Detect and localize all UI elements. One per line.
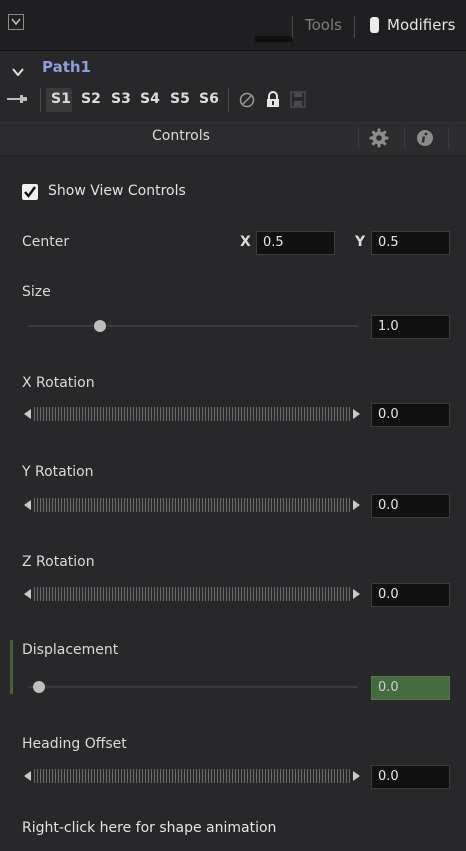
z-rotation-thumbwheel[interactable]: [34, 587, 350, 601]
z-rotation-increment-icon[interactable]: [353, 589, 360, 599]
controls-tab-bar: [0, 122, 466, 156]
version-button-s4[interactable]: S4: [140, 91, 160, 107]
size-slider-handle[interactable]: [94, 320, 106, 332]
x-rotation-label: X Rotation: [22, 375, 95, 391]
y-rotation-increment-icon[interactable]: [353, 500, 360, 510]
center-x-label: X: [240, 234, 251, 250]
tab-tools[interactable]: Tools: [305, 16, 342, 34]
no-entry-icon[interactable]: [239, 92, 255, 112]
collapse-icon[interactable]: [8, 14, 24, 30]
displacement-input[interactable]: 0.0: [371, 676, 450, 700]
version-button-s6[interactable]: S6: [199, 91, 219, 107]
heading-offset-decrement-icon[interactable]: [24, 771, 31, 781]
pin-icon[interactable]: [7, 93, 31, 109]
size-input[interactable]: 1.0: [371, 315, 450, 339]
divider: [358, 127, 359, 149]
center-y-input[interactable]: 0.5: [371, 231, 450, 255]
size-slider-track[interactable]: [28, 325, 358, 327]
toolbar-strip: [255, 36, 293, 42]
x-rotation-decrement-icon[interactable]: [24, 409, 31, 419]
y-rotation-label: Y Rotation: [22, 464, 94, 480]
center-y-label: Y: [355, 234, 366, 250]
save-icon[interactable]: [290, 91, 306, 112]
heading-offset-thumbwheel[interactable]: [34, 769, 350, 783]
info-icon[interactable]: [416, 129, 434, 151]
z-rotation-label: Z Rotation: [22, 554, 95, 570]
chevron-down-icon[interactable]: [12, 64, 24, 80]
divider: [404, 127, 405, 149]
lock-icon[interactable]: [266, 91, 280, 112]
version-button-s2[interactable]: S2: [81, 91, 101, 107]
divider: [228, 88, 229, 112]
y-rotation-thumbwheel[interactable]: [34, 498, 350, 512]
show-view-controls-checkbox[interactable]: [22, 184, 38, 200]
version-button-s5[interactable]: S5: [170, 91, 190, 107]
x-rotation-increment-icon[interactable]: [353, 409, 360, 419]
tool-title[interactable]: Path1: [42, 58, 91, 76]
tab-modifiers[interactable]: Modifiers: [387, 16, 455, 34]
animated-indicator: [10, 640, 13, 694]
version-button-s3[interactable]: S3: [111, 91, 131, 107]
divider: [40, 88, 41, 112]
displacement-slider-track[interactable]: [28, 686, 358, 688]
heading-offset-label: Heading Offset: [22, 736, 127, 752]
version-button-s1[interactable]: S1: [51, 91, 71, 107]
y-rotation-input[interactable]: 0.0: [371, 494, 450, 518]
x-rotation-thumbwheel[interactable]: [34, 407, 350, 421]
divider: [448, 127, 449, 149]
x-rotation-input[interactable]: 0.0: [371, 403, 450, 427]
modifiers-icon: [370, 17, 379, 33]
displacement-label: Displacement: [22, 642, 119, 658]
divider: [354, 16, 355, 38]
gear-icon[interactable]: [369, 128, 389, 152]
show-view-controls-label: Show View Controls: [48, 183, 186, 199]
divider: [292, 16, 293, 38]
displacement-slider-handle[interactable]: [33, 681, 45, 693]
center-x-input[interactable]: 0.5: [256, 231, 335, 255]
heading-offset-input[interactable]: 0.0: [371, 765, 450, 789]
heading-offset-increment-icon[interactable]: [353, 771, 360, 781]
z-rotation-input[interactable]: 0.0: [371, 583, 450, 607]
y-rotation-decrement-icon[interactable]: [24, 500, 31, 510]
size-label: Size: [22, 284, 51, 300]
center-label: Center: [22, 234, 70, 250]
z-rotation-decrement-icon[interactable]: [24, 589, 31, 599]
tab-controls[interactable]: Controls: [152, 128, 210, 144]
shape-animation-hint[interactable]: Right-click here for shape animation: [22, 820, 276, 836]
